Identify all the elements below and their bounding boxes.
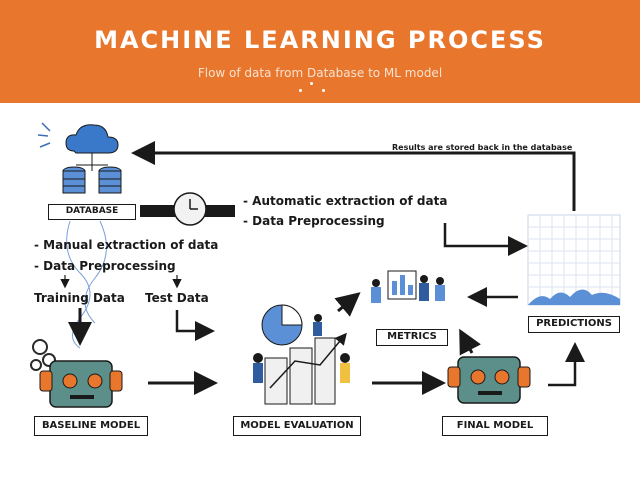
predictions-node: PREDICTIONS <box>528 316 620 333</box>
sketch-lines <box>37 122 51 148</box>
header-banner: MACHINE LEARNING PROCESS Flow of data fr… <box>0 0 640 103</box>
feedback-label: Results are stored back in the database <box>392 143 573 152</box>
page-subtitle: Flow of data from Database to ML model <box>197 66 443 80</box>
baseline-robot-icon <box>39 360 123 408</box>
auto-preprocessing-label: - Data Preprocessing <box>243 214 385 228</box>
cloud-database-icon <box>62 124 122 194</box>
test-data-label: Test Data <box>145 291 209 305</box>
eval-to-metrics-arrow <box>334 292 361 317</box>
final-robot-icon <box>447 356 531 404</box>
final-to-predictions-arrow <box>548 342 585 387</box>
page-title: MACHINE LEARNING PROCESS <box>94 26 546 54</box>
database-node: DATABASE <box>48 204 136 220</box>
team-chart-icon <box>371 270 445 303</box>
test-arrow <box>175 310 215 341</box>
clock-icon <box>173 192 207 226</box>
final-model-node: FINAL MODEL <box>442 416 548 436</box>
decorative-dots <box>296 80 336 96</box>
metrics-node: METRICS <box>376 329 448 346</box>
predictions-chart-icon <box>527 214 621 306</box>
final-to-metrics-arrow <box>459 328 482 356</box>
model-evaluation-icon <box>253 304 350 405</box>
baseline-model-node: BASELINE MODEL <box>34 416 148 436</box>
manual-preprocessing-label: - Data Preprocessing <box>34 259 176 273</box>
auto-flow-arrow <box>443 223 528 256</box>
training-data-label: Training Data <box>34 291 125 305</box>
manual-extraction-label: - Manual extraction of data <box>34 238 219 252</box>
auto-extraction-label: - Automatic extraction of data <box>243 194 448 208</box>
model-evaluation-node: MODEL EVALUATION <box>233 416 361 436</box>
